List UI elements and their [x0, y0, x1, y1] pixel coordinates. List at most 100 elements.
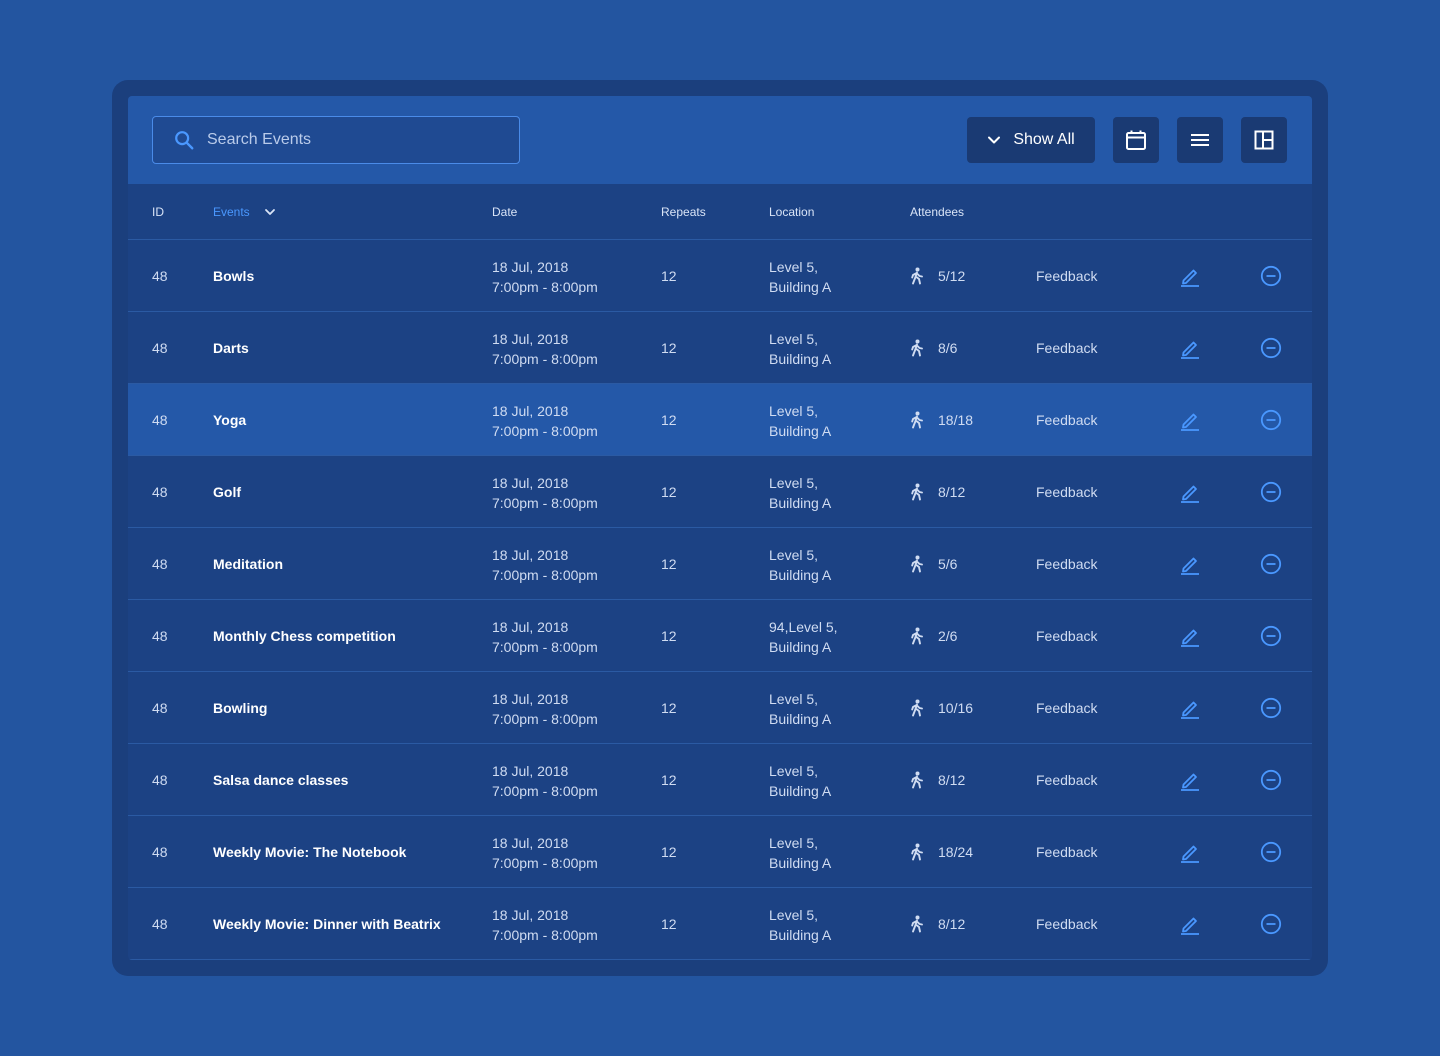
event-location: Level 5, Building A: [769, 833, 831, 873]
remove-icon[interactable]: [1260, 841, 1282, 863]
event-date: 18 Jul, 2018: [492, 691, 569, 707]
event-location-line1: Level 5,: [769, 835, 819, 851]
event-attendees: 10/16: [910, 699, 973, 717]
edit-icon[interactable]: [1179, 337, 1201, 359]
remove-icon[interactable]: [1260, 481, 1282, 503]
event-date: 18 Jul, 2018: [492, 475, 569, 491]
event-repeats: 12: [661, 268, 677, 284]
table-row[interactable]: 48 Weekly Movie: The Notebook 18 Jul, 2018…: [128, 816, 1312, 888]
remove-icon[interactable]: [1260, 553, 1282, 575]
event-datetime: 18 Jul, 2018 7:00pm - 8:00pm: [492, 329, 598, 369]
attendees-count: 8/12: [938, 484, 966, 500]
event-date: 18 Jul, 2018: [492, 835, 569, 851]
walking-person-icon: [911, 627, 923, 645]
edit-icon[interactable]: [1179, 409, 1201, 431]
table-body: 48 Bowls 18 Jul, 2018 7:00pm - 8:00pm 12 Leve…: [128, 240, 1312, 960]
search-input[interactable]: [207, 131, 507, 149]
table-row[interactable]: 48 Meditation 18 Jul, 2018 7:00pm - 8:00pm 1…: [128, 528, 1312, 600]
event-id: 48: [152, 700, 168, 716]
event-location: Level 5, Building A: [769, 257, 831, 297]
event-repeats: 12: [661, 844, 677, 860]
event-date: 18 Jul, 2018: [492, 403, 569, 419]
event-id: 48: [152, 412, 168, 428]
attendees-count: 8/12: [938, 772, 966, 788]
event-repeats: 12: [661, 340, 677, 356]
edit-icon[interactable]: [1179, 913, 1201, 935]
remove-icon[interactable]: [1260, 409, 1282, 431]
grid-view-icon: [1254, 130, 1274, 150]
event-attendees: 8/6: [910, 339, 957, 357]
event-location: 94,Level 5, Building A: [769, 617, 838, 657]
event-location-line2: Building A: [769, 567, 832, 583]
event-location: Level 5, Building A: [769, 329, 831, 369]
feedback-link[interactable]: Feedback: [1036, 556, 1097, 572]
show-all-dropdown[interactable]: Show All: [967, 117, 1095, 163]
event-attendees: 18/24: [910, 843, 973, 861]
event-date: 18 Jul, 2018: [492, 619, 569, 635]
event-name: Yoga: [213, 412, 247, 428]
grid-view-button[interactable]: [1241, 117, 1287, 163]
event-id: 48: [152, 556, 168, 572]
calendar-view-button[interactable]: [1113, 117, 1159, 163]
edit-icon[interactable]: [1179, 769, 1201, 791]
feedback-link[interactable]: Feedback: [1036, 844, 1097, 860]
list-view-button[interactable]: [1177, 117, 1223, 163]
walking-person-icon: [911, 699, 923, 717]
walking-person-icon: [911, 771, 923, 789]
event-time: 7:00pm - 8:00pm: [492, 855, 598, 871]
feedback-link[interactable]: Feedback: [1036, 772, 1097, 788]
event-time: 7:00pm - 8:00pm: [492, 783, 598, 799]
edit-icon[interactable]: [1179, 697, 1201, 719]
remove-icon[interactable]: [1260, 625, 1282, 647]
event-location-line2: Building A: [769, 279, 832, 295]
event-location: Level 5, Building A: [769, 473, 831, 513]
event-name: Meditation: [213, 556, 283, 572]
event-location-line1: Level 5,: [769, 763, 819, 779]
table-row[interactable]: 48 Bowling 18 Jul, 2018 7:00pm - 8:00pm 12 Le…: [128, 672, 1312, 744]
event-repeats: 12: [661, 916, 677, 932]
feedback-link[interactable]: Feedback: [1036, 268, 1097, 284]
table-row[interactable]: 48 Bowls 18 Jul, 2018 7:00pm - 8:00pm 12 Leve…: [128, 240, 1312, 312]
feedback-link[interactable]: Feedback: [1036, 340, 1097, 356]
event-attendees: 18/18: [910, 411, 973, 429]
remove-icon[interactable]: [1260, 769, 1282, 791]
feedback-link[interactable]: Feedback: [1036, 628, 1097, 644]
table-row[interactable]: 48 Monthly Chess competition 18 Jul, 2018 7…: [128, 600, 1312, 672]
table-row[interactable]: 48 Darts 18 Jul, 2018 7:00pm - 8:00pm 12 Leve…: [128, 312, 1312, 384]
event-time: 7:00pm - 8:00pm: [492, 639, 598, 655]
event-name: Bowling: [213, 700, 268, 716]
edit-icon[interactable]: [1179, 841, 1201, 863]
event-datetime: 18 Jul, 2018 7:00pm - 8:00pm: [492, 617, 598, 657]
header-attendees: Attendees: [910, 205, 965, 219]
search-box[interactable]: [152, 116, 520, 164]
attendees-count: 8/12: [938, 916, 966, 932]
event-date: 18 Jul, 2018: [492, 547, 569, 563]
event-date: 18 Jul, 2018: [492, 763, 569, 779]
list-view-icon: [1191, 134, 1209, 146]
header-repeats: Repeats: [661, 205, 706, 219]
table-row[interactable]: 48 Weekly Movie: Dinner with Beatrix 18 Ju…: [128, 888, 1312, 960]
edit-icon[interactable]: [1179, 265, 1201, 287]
feedback-link[interactable]: Feedback: [1036, 484, 1097, 500]
table-row[interactable]: 48 Salsa dance classes 18 Jul, 2018 7:00pm …: [128, 744, 1312, 816]
remove-icon[interactable]: [1260, 697, 1282, 719]
remove-icon[interactable]: [1260, 913, 1282, 935]
event-attendees: 2/6: [910, 627, 957, 645]
edit-icon[interactable]: [1179, 481, 1201, 503]
feedback-link[interactable]: Feedback: [1036, 412, 1097, 428]
event-location: Level 5, Building A: [769, 689, 831, 729]
remove-icon[interactable]: [1260, 265, 1282, 287]
table-row[interactable]: 48 Golf 18 Jul, 2018 7:00pm - 8:00pm 12 Level…: [128, 456, 1312, 528]
edit-icon[interactable]: [1179, 553, 1201, 575]
table-row[interactable]: 48 Yoga 18 Jul, 2018 7:00pm - 8:00pm 12 Level…: [128, 384, 1312, 456]
event-attendees: 8/12: [910, 483, 965, 501]
event-date: 18 Jul, 2018: [492, 331, 569, 347]
event-attendees: 8/12: [910, 915, 965, 933]
calendar-icon: [1126, 130, 1146, 150]
feedback-link[interactable]: Feedback: [1036, 700, 1097, 716]
header-events-sort[interactable]: Events: [213, 205, 276, 219]
remove-icon[interactable]: [1260, 337, 1282, 359]
edit-icon[interactable]: [1179, 625, 1201, 647]
feedback-link[interactable]: Feedback: [1036, 916, 1097, 932]
header-date: Date: [492, 205, 518, 219]
